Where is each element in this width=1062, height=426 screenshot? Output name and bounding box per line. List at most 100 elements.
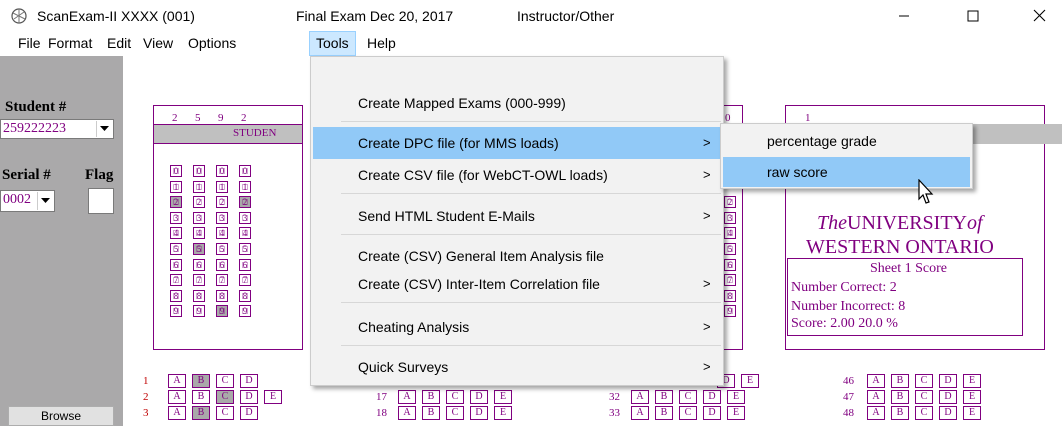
student-digit-bubble[interactable]: 2 bbox=[216, 196, 228, 209]
student-digit-bubble[interactable]: 3 bbox=[193, 211, 205, 224]
student-digit-bubble[interactable]: 2 bbox=[170, 196, 182, 209]
student-digit-bubble[interactable]: 4 bbox=[193, 227, 205, 240]
answer-bubble[interactable]: B bbox=[192, 406, 210, 420]
answer-bubble[interactable]: B bbox=[655, 406, 673, 420]
middle-digit-bubble[interactable]: 9 bbox=[724, 305, 736, 318]
answer-bubble[interactable]: B bbox=[422, 406, 440, 420]
student-digit-bubble[interactable]: 1 bbox=[170, 180, 182, 193]
student-digit-bubble[interactable]: 9 bbox=[216, 305, 228, 318]
menu-edit[interactable]: Edit bbox=[101, 31, 137, 56]
chevron-down-icon[interactable] bbox=[96, 121, 112, 137]
menu-options[interactable]: Options bbox=[182, 31, 242, 56]
student-digit-bubble[interactable]: 6 bbox=[239, 258, 251, 271]
answer-bubble[interactable]: D bbox=[939, 390, 957, 404]
answer-bubble[interactable]: C bbox=[679, 406, 697, 420]
answer-bubble[interactable]: E bbox=[727, 390, 745, 404]
student-digit-bubble[interactable]: 3 bbox=[239, 211, 251, 224]
student-digit-bubble[interactable]: 3 bbox=[170, 211, 182, 224]
student-digit-bubble[interactable]: 4 bbox=[216, 227, 228, 240]
student-digit-bubble[interactable]: 8 bbox=[216, 289, 228, 302]
student-digit-bubble[interactable]: 8 bbox=[239, 289, 251, 302]
middle-digit-bubble[interactable]: 5 bbox=[724, 243, 736, 255]
student-digit-bubble[interactable]: 7 bbox=[239, 274, 251, 287]
answer-bubble[interactable]: A bbox=[398, 390, 416, 404]
answer-bubble[interactable]: D bbox=[240, 406, 258, 420]
menu-item-cheating-analysis[interactable]: Cheating Analysis > bbox=[313, 311, 721, 343]
student-digit-bubble[interactable]: 5 bbox=[193, 243, 205, 255]
answer-bubble[interactable]: E bbox=[741, 374, 759, 388]
answer-bubble[interactable]: D bbox=[240, 374, 258, 388]
student-digit-bubble[interactable]: 6 bbox=[170, 258, 182, 271]
submenu-item-percentage-grade[interactable]: percentage grade bbox=[723, 126, 970, 156]
student-digit-bubble[interactable]: 2 bbox=[239, 196, 251, 209]
answer-bubble[interactable]: A bbox=[867, 390, 885, 404]
student-digit-bubble[interactable]: 4 bbox=[170, 227, 182, 240]
answer-bubble[interactable]: C bbox=[446, 406, 464, 420]
answer-bubble[interactable]: A bbox=[867, 406, 885, 420]
student-digit-bubble[interactable]: 1 bbox=[216, 180, 228, 193]
minimize-button[interactable] bbox=[881, 0, 927, 31]
answer-bubble[interactable]: A bbox=[168, 390, 186, 404]
student-digit-bubble[interactable]: 1 bbox=[239, 180, 251, 193]
answer-bubble[interactable]: B bbox=[192, 390, 210, 404]
answer-bubble[interactable]: D bbox=[470, 406, 488, 420]
menu-help[interactable]: Help bbox=[361, 31, 402, 56]
student-digit-bubble[interactable]: 0 bbox=[193, 165, 205, 177]
student-digit-bubble[interactable]: 0 bbox=[170, 165, 182, 177]
middle-digit-bubble[interactable]: 7 bbox=[724, 274, 736, 287]
answer-bubble[interactable]: A bbox=[631, 406, 649, 420]
middle-digit-bubble[interactable]: 4 bbox=[724, 227, 736, 240]
answer-bubble[interactable]: A bbox=[398, 406, 416, 420]
menu-item-create-mapped-exams[interactable]: Create Mapped Exams (000-999) bbox=[313, 87, 721, 119]
menu-item-inter-item-correlation[interactable]: Create (CSV) Inter-Item Correlation file… bbox=[313, 268, 721, 300]
menu-format[interactable]: Format bbox=[42, 31, 98, 56]
student-number-combo[interactable]: 259222223 bbox=[0, 119, 114, 139]
answer-bubble[interactable]: B bbox=[891, 390, 909, 404]
answer-bubble[interactable]: E bbox=[494, 390, 512, 404]
answer-bubble[interactable]: A bbox=[631, 390, 649, 404]
answer-bubble[interactable]: B bbox=[192, 374, 210, 388]
student-digit-bubble[interactable]: 7 bbox=[193, 274, 205, 287]
student-digit-bubble[interactable]: 9 bbox=[170, 305, 182, 318]
menu-item-create-csv-file[interactable]: Create CSV file (for WebCT-OWL loads) > bbox=[313, 159, 721, 191]
answer-bubble[interactable]: D bbox=[703, 406, 721, 420]
student-digit-bubble[interactable]: 8 bbox=[170, 289, 182, 302]
student-digit-bubble[interactable]: 5 bbox=[239, 243, 251, 255]
student-digit-bubble[interactable]: 0 bbox=[239, 165, 251, 177]
student-digit-bubble[interactable]: 3 bbox=[216, 211, 228, 224]
student-digit-bubble[interactable]: 1 bbox=[193, 180, 205, 193]
answer-bubble[interactable]: A bbox=[168, 374, 186, 388]
answer-bubble[interactable]: D bbox=[703, 390, 721, 404]
answer-bubble[interactable]: E bbox=[494, 406, 512, 420]
answer-bubble[interactable]: C bbox=[216, 406, 234, 420]
answer-bubble[interactable]: A bbox=[867, 374, 885, 388]
chevron-down-icon[interactable] bbox=[37, 192, 53, 210]
menu-item-send-html-emails[interactable]: Send HTML Student E-Mails > bbox=[313, 200, 721, 232]
answer-bubble[interactable]: C bbox=[915, 374, 933, 388]
answer-bubble[interactable]: E bbox=[963, 406, 981, 420]
answer-bubble[interactable]: E bbox=[963, 374, 981, 388]
answer-bubble[interactable]: D bbox=[939, 374, 957, 388]
menu-view[interactable]: View bbox=[137, 31, 179, 56]
student-digit-bubble[interactable]: 9 bbox=[239, 305, 251, 318]
flag-checkbox[interactable] bbox=[88, 188, 114, 214]
browse-button[interactable]: Browse bbox=[8, 406, 114, 426]
middle-digit-bubble[interactable]: 3 bbox=[724, 211, 736, 224]
answer-bubble[interactable]: C bbox=[915, 406, 933, 420]
middle-digit-bubble[interactable]: 8 bbox=[724, 289, 736, 302]
middle-digit-bubble[interactable]: 6 bbox=[724, 258, 736, 271]
answer-bubble[interactable]: C bbox=[915, 390, 933, 404]
answer-bubble[interactable]: A bbox=[168, 406, 186, 420]
answer-bubble[interactable]: E bbox=[264, 390, 282, 404]
student-digit-bubble[interactable]: 5 bbox=[216, 243, 228, 255]
answer-bubble[interactable]: B bbox=[655, 390, 673, 404]
answer-bubble[interactable]: D bbox=[939, 406, 957, 420]
answer-bubble[interactable]: C bbox=[216, 374, 234, 388]
answer-bubble[interactable]: C bbox=[679, 390, 697, 404]
middle-digit-bubble[interactable]: 2 bbox=[724, 196, 736, 209]
serial-number-combo[interactable]: 0002 bbox=[0, 190, 55, 212]
answer-bubble[interactable]: E bbox=[963, 390, 981, 404]
student-digit-bubble[interactable]: 9 bbox=[193, 305, 205, 318]
maximize-button[interactable] bbox=[950, 0, 996, 31]
menu-item-quick-surveys[interactable]: Quick Surveys > bbox=[313, 351, 721, 383]
